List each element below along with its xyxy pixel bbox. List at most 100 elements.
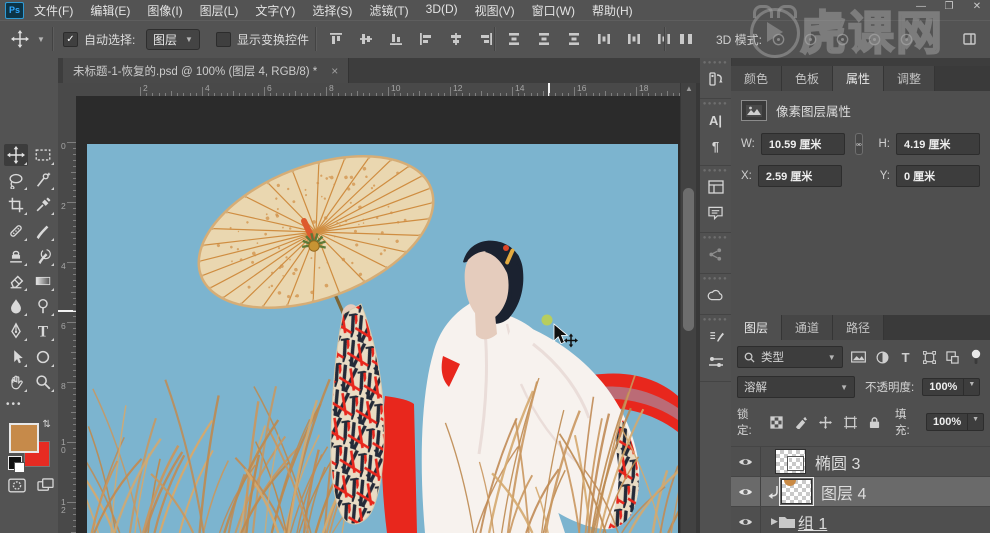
3d-zoom-icon[interactable] [894, 28, 918, 50]
panel-tab-路径[interactable]: 路径 [833, 315, 885, 340]
visibility-eye-icon[interactable] [731, 447, 761, 476]
layer-name[interactable]: 图层 4 [821, 480, 866, 504]
menu-item-type[interactable]: 文字(Y) [255, 2, 295, 19]
panel-tab-调整[interactable]: 调整 [884, 66, 936, 91]
menu-item-help[interactable]: 帮助(H) [592, 2, 633, 19]
swap-colors-icon[interactable]: ⇄ [41, 419, 52, 427]
horizontal-ruler[interactable]: 2 4 6 8 10 12 14 16 18 [76, 83, 682, 97]
menu-item-3d[interactable]: 3D(D) [426, 2, 458, 19]
distribute-vertical-centers-icon[interactable] [532, 28, 556, 50]
history-panel-icon[interactable] [700, 66, 731, 92]
notes-panel-icon[interactable] [700, 200, 731, 226]
maximize-button[interactable]: ❐ [942, 1, 956, 12]
menu-item-filter[interactable]: 滤镜(T) [369, 2, 408, 19]
lock-all-icon[interactable] [866, 416, 883, 429]
3d-roll-icon[interactable] [798, 28, 822, 50]
gradient-tool[interactable] [31, 270, 55, 292]
panel-tab-颜色[interactable]: 颜色 [731, 66, 783, 91]
menu-item-file[interactable]: 文件(F) [34, 2, 73, 19]
layer-row-ellipse-3[interactable]: 椭圆 3 [731, 446, 990, 476]
align-horizontal-centers-icon[interactable] [444, 28, 468, 50]
edit-toolbar-button[interactable]: ••• [6, 399, 23, 410]
move-tool-options-icon[interactable] [8, 28, 32, 50]
opacity-value[interactable]: 100% [922, 378, 965, 396]
panel-tab-图层[interactable]: 图层 [731, 315, 783, 340]
layer-row-layer-4[interactable]: 图层 4 [731, 476, 990, 506]
visibility-eye-icon[interactable] [731, 477, 761, 506]
chevron-down-icon[interactable]: ▼ [964, 378, 981, 396]
lock-artboard-icon[interactable] [842, 415, 859, 429]
3d-orbit-icon[interactable] [766, 28, 790, 50]
link-dimensions-icon[interactable] [854, 133, 863, 155]
panel-tab-色板[interactable]: 色板 [782, 66, 834, 91]
align-top-edges-icon[interactable] [324, 28, 348, 50]
lock-position-icon[interactable] [817, 415, 834, 429]
crop-tool[interactable] [4, 194, 28, 216]
screen-mode-button[interactable] [33, 474, 57, 496]
layer-name[interactable]: 组 1 [798, 510, 827, 533]
move-tool[interactable] [4, 144, 28, 166]
layer-thumbnail[interactable] [775, 449, 806, 474]
group-disclosure-icon[interactable]: ▶ [771, 516, 778, 527]
vertical-ruler[interactable]: 024681012 [58, 96, 77, 533]
tab-close-icon[interactable]: × [331, 64, 338, 78]
y-field[interactable]: 0 厘米 [896, 165, 980, 187]
close-button[interactable]: ✕ [970, 1, 984, 12]
filter-shape-layers-icon[interactable] [921, 350, 937, 364]
layer-row-group-1[interactable]: ▶ 组 1 [731, 506, 990, 533]
align-left-edges-icon[interactable] [414, 28, 438, 50]
distribute-top-edges-icon[interactable] [502, 28, 526, 50]
height-field[interactable]: 4.19 厘米 [896, 133, 980, 155]
character-panel-icon[interactable]: A| [700, 107, 731, 133]
layer-thumbnail[interactable] [779, 477, 814, 506]
filter-adjustment-layers-icon[interactable] [874, 351, 890, 364]
panel-tab-属性[interactable]: 属性 [833, 66, 885, 91]
filter-pixel-layers-icon[interactable] [850, 351, 867, 363]
align-vertical-centers-icon[interactable] [354, 28, 378, 50]
quick-mask-button[interactable] [5, 474, 29, 496]
menu-item-image[interactable]: 图像(I) [147, 2, 182, 19]
type-tool[interactable]: T [31, 320, 55, 342]
chevron-down-icon[interactable]: ▼ [968, 413, 985, 431]
canvas-viewport[interactable] [76, 96, 700, 533]
width-field[interactable]: 10.59 厘米 [760, 133, 845, 155]
filter-type-layers-icon[interactable]: T [898, 350, 914, 365]
x-field[interactable]: 2.59 厘米 [757, 165, 842, 187]
scrollbar-thumb[interactable] [683, 188, 694, 331]
show-transform-option[interactable]: 显示变换控件 [216, 21, 309, 57]
blend-mode-dropdown[interactable]: 溶解 ▼ [737, 376, 855, 398]
path-selection-tool[interactable] [4, 346, 28, 368]
lock-pixels-icon[interactable] [793, 416, 810, 429]
ellipse-tool[interactable] [31, 346, 55, 368]
healing-brush-tool[interactable] [4, 220, 28, 242]
show-transform-checkbox[interactable] [216, 31, 231, 47]
distribute-spacing-icon[interactable] [674, 28, 698, 50]
fill-value[interactable]: 100% [925, 413, 969, 431]
auto-select-option[interactable]: ✓ 自动选择: [63, 21, 135, 57]
pen-tool[interactable] [4, 320, 28, 342]
document-tab[interactable]: 未标题-1-恢复的.psd @ 100% (图层 4, RGB/8) * × [63, 58, 350, 83]
creative-cloud-panel-icon[interactable] [700, 282, 731, 308]
quick-selection-tool[interactable] [31, 169, 55, 191]
auto-select-target-dropdown[interactable]: 图层 ▼ [146, 28, 200, 50]
auto-select-checkbox[interactable]: ✓ [63, 31, 78, 47]
eraser-tool[interactable] [4, 270, 28, 292]
vertical-scrollbar[interactable]: ▲ [680, 83, 697, 533]
brush-tool[interactable] [31, 220, 55, 242]
3d-pan-icon[interactable] [830, 28, 854, 50]
menu-item-select[interactable]: 选择(S) [312, 2, 352, 19]
zoom-tool[interactable] [31, 371, 55, 393]
brush-settings-panel-icon[interactable] [700, 323, 731, 349]
chevron-down-icon[interactable]: ▼ [37, 35, 45, 44]
default-colors-icon[interactable] [8, 456, 25, 473]
brushes-panel-icon[interactable] [700, 349, 731, 375]
dodge-tool[interactable] [31, 295, 55, 317]
foreground-color-swatch[interactable] [9, 423, 39, 453]
minimize-button[interactable]: — [914, 1, 928, 12]
menu-item-window[interactable]: 窗口(W) [532, 2, 575, 19]
clone-stamp-tool[interactable] [4, 245, 28, 267]
panel-tab-通道[interactable]: 通道 [782, 315, 834, 340]
3d-slide-icon[interactable] [862, 28, 886, 50]
libraries-panel-icon[interactable] [700, 174, 731, 200]
share-panel-icon[interactable] [700, 241, 731, 267]
